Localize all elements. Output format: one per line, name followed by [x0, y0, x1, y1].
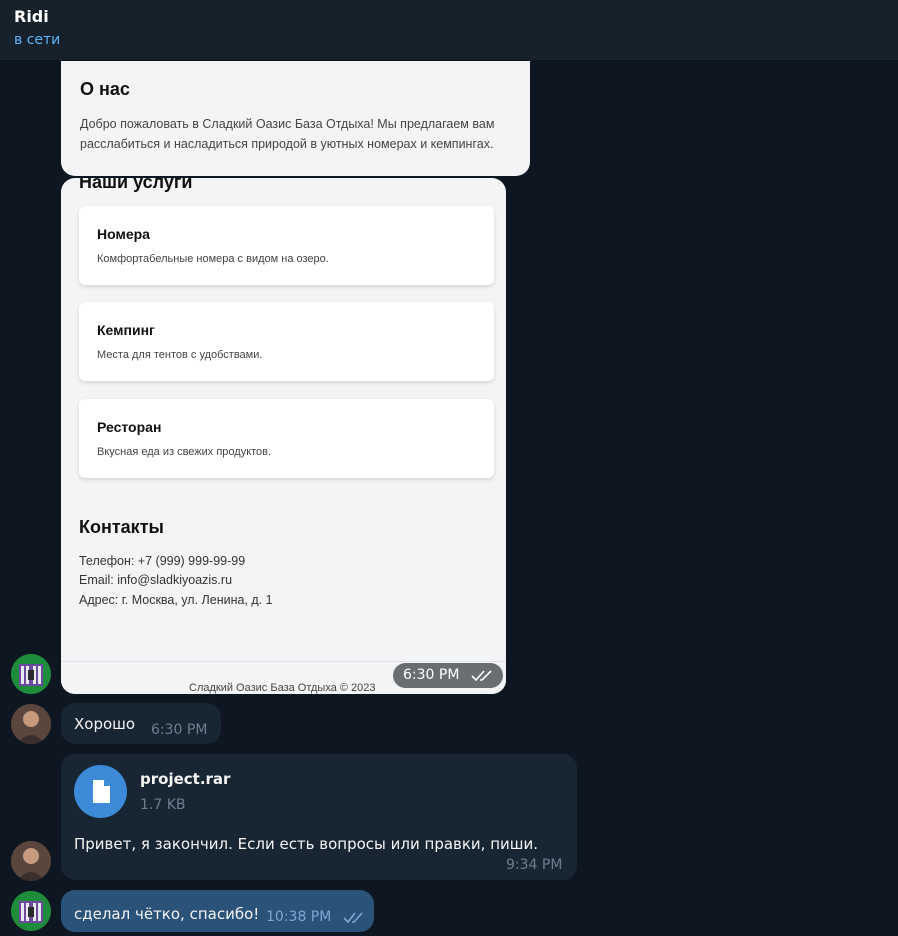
- about-text: Добро пожаловать в Сладкий Оазис База От…: [80, 117, 495, 151]
- service-desc: Вкусная еда из свежих продуктов.: [97, 446, 272, 458]
- contact-phone: Телефон: +7 (999) 999-99-99: [79, 554, 246, 568]
- contacts-heading: Контакты: [79, 517, 164, 537]
- message-time: 10:38 PM: [266, 909, 332, 925]
- message-text: сделал чётко, спасибо!: [74, 905, 260, 923]
- message-time: 6:30 PM: [403, 667, 460, 683]
- double-check-icon: [471, 670, 492, 682]
- avatar-pattern-icon: [11, 654, 51, 694]
- about-heading: О нас: [80, 79, 130, 99]
- service-card: Кемпинг Места для тентов с удобствами.: [79, 302, 494, 381]
- user-avatar[interactable]: [11, 654, 51, 694]
- file-size: 1.7 KB: [140, 797, 186, 813]
- contact-email: Email: info@sladkiyoazis.ru: [79, 573, 233, 587]
- file-icon: [93, 780, 110, 803]
- screenshot-image-main[interactable]: Наши услуги Номера Комфортабельные номер…: [61, 178, 506, 694]
- person-photo-icon: [11, 704, 51, 744]
- contact-avatar[interactable]: [11, 704, 51, 744]
- service-name: Ресторан: [97, 419, 162, 435]
- service-desc: Места для тентов с удобствами.: [97, 349, 263, 361]
- service-desc: Комфортабельные номера с видом на озеро.: [97, 253, 329, 265]
- incoming-message[interactable]: Хорошо 6:30 PM: [61, 703, 221, 744]
- message-text: Хорошо: [74, 715, 136, 733]
- incoming-file-message[interactable]: project.rar 1.7 KB Привет, я закончил. Е…: [61, 754, 577, 880]
- user-avatar[interactable]: [11, 891, 51, 931]
- footer-copyright: Сладкий Оазис База Отдыха © 2023: [189, 682, 376, 694]
- service-card: Ресторан Вкусная еда из свежих продуктов…: [79, 399, 494, 478]
- services-heading: Наши услуги: [79, 178, 193, 192]
- online-status: в сети: [14, 32, 61, 48]
- chat-title[interactable]: Ridi: [14, 7, 49, 26]
- chat-header[interactable]: Ridi в сети: [0, 0, 898, 61]
- message-time-pill: 6:30 PM: [393, 663, 503, 688]
- outgoing-message[interactable]: сделал чётко, спасибо! 10:38 PM: [61, 890, 374, 932]
- double-check-icon: [343, 912, 363, 924]
- message-text: Привет, я закончил. Если есть вопросы ил…: [74, 835, 539, 853]
- service-card: Номера Комфортабельные номера с видом на…: [79, 206, 494, 285]
- message-time: 6:30 PM: [151, 722, 208, 738]
- contact-address: Адрес: г. Москва, ул. Ленина, д. 1: [79, 593, 273, 607]
- service-name: Кемпинг: [97, 322, 155, 338]
- contact-avatar[interactable]: [11, 841, 51, 881]
- avatar-pattern-icon: [11, 891, 51, 931]
- service-name: Номера: [97, 226, 150, 242]
- person-photo-icon: [11, 841, 51, 881]
- file-download-button[interactable]: [74, 765, 127, 818]
- file-name[interactable]: project.rar: [140, 770, 230, 788]
- message-time: 9:34 PM: [506, 857, 563, 873]
- screenshot-image-top[interactable]: О нас Добро пожаловать в Сладкий Оазис Б…: [61, 61, 530, 176]
